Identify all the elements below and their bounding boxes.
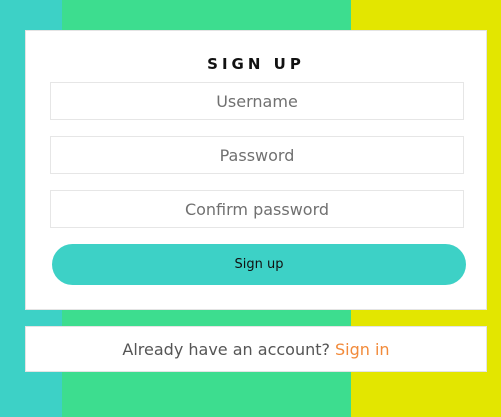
signup-title: SIGN UP — [207, 55, 305, 73]
signin-prompt: Already have an account? — [122, 339, 330, 359]
password-input[interactable] — [50, 136, 464, 174]
confirm-password-input[interactable] — [50, 190, 464, 228]
signup-button[interactable]: Sign up — [52, 244, 466, 285]
signin-link[interactable]: Sign in — [335, 340, 390, 359]
signin-card: Already have an account? Sign in — [25, 326, 487, 372]
username-input[interactable] — [50, 82, 464, 120]
signup-card: SIGN UP Sign up — [25, 30, 487, 310]
